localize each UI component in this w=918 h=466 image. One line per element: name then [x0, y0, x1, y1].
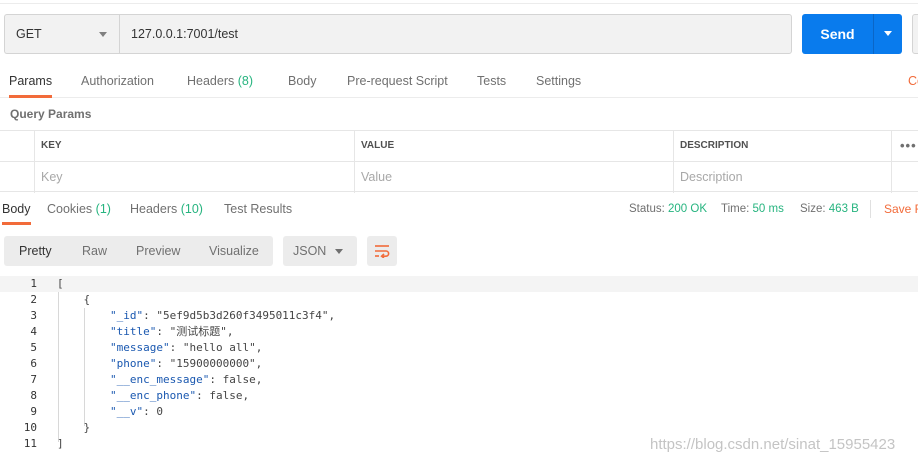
code-text: ]	[57, 437, 64, 450]
headers-count: (8)	[237, 74, 254, 88]
save-button[interactable]	[912, 14, 918, 54]
code-line: 8 "__enc_phone": false,	[0, 388, 918, 404]
cookies-count: (1)	[95, 202, 111, 216]
url-input[interactable]: 127.0.0.1:7001/test	[119, 14, 792, 54]
watermark: https://blog.csdn.net/sinat_15955423	[650, 436, 896, 453]
code-text: "__enc_message": false,	[109, 373, 263, 386]
view-mode-group: Pretty Raw Preview Visualize	[4, 236, 273, 266]
line-number: 9	[30, 405, 37, 418]
url-value: 127.0.0.1:7001/test	[131, 27, 239, 41]
code-text: "title": "测试标题",	[109, 325, 234, 338]
tab-pre-request-script[interactable]: Pre-request Script	[347, 64, 448, 98]
chevron-down-icon	[99, 32, 107, 37]
mode-visualize[interactable]: Visualize	[209, 236, 259, 266]
table-row: Key Value Description	[0, 161, 918, 193]
query-params-title: Query Params	[10, 107, 92, 121]
time-readout: Time: 50 ms	[721, 203, 784, 215]
response-tab-body[interactable]: Body	[2, 193, 31, 225]
headers-count: (10)	[180, 202, 203, 216]
line-number: 1	[30, 277, 37, 290]
format-value: JSON	[293, 244, 327, 258]
line-number: 4	[30, 325, 37, 338]
line-number: 11	[23, 437, 37, 450]
code-text: "_id": "5ef9d5b3d260f3495011c3f4",	[109, 309, 336, 322]
format-select[interactable]: JSON	[283, 236, 357, 266]
line-number: 10	[23, 421, 37, 434]
code-line: 7 "__enc_message": false,	[0, 372, 918, 388]
query-params-table: KEY VALUE DESCRIPTION ••• Key Value Desc…	[0, 130, 918, 193]
tab-cookies-cut[interactable]: Co	[908, 64, 918, 98]
code-text: "__v": 0	[109, 405, 163, 418]
response-tab-cookies[interactable]: Cookies (1)	[47, 193, 111, 225]
value-input[interactable]: Value	[354, 162, 673, 193]
wrap-lines-button[interactable]	[367, 236, 397, 266]
code-text: }	[57, 421, 91, 434]
more-options-icon[interactable]: •••	[891, 131, 918, 162]
tab-params[interactable]: Params	[9, 64, 53, 98]
status-readout: Status: 200 OK	[629, 203, 708, 215]
column-description: DESCRIPTION	[673, 131, 891, 162]
mode-pretty[interactable]: Pretty	[19, 236, 52, 266]
divider	[870, 200, 871, 218]
code-line: 2 {	[0, 292, 918, 308]
request-tabs: Params Authorization Headers (8) Body Pr…	[0, 64, 918, 98]
column-key: KEY	[34, 131, 354, 162]
size-value: 463 B	[828, 203, 859, 215]
tab-headers[interactable]: Headers (8)	[187, 64, 253, 98]
code-line: 10 }	[0, 420, 918, 436]
code-line: 4 "title": "测试标题",	[0, 324, 918, 340]
line-number: 5	[30, 341, 37, 354]
top-border	[0, 0, 918, 4]
code-line: 1[	[0, 276, 918, 292]
method-select[interactable]: GET	[4, 14, 119, 54]
code-line: 6 "phone": "15900000000",	[0, 356, 918, 372]
code-text: "message": "hello all",	[109, 341, 263, 354]
mode-raw[interactable]: Raw	[82, 236, 107, 266]
row-checkbox[interactable]	[0, 162, 34, 193]
checkbox-column	[0, 131, 34, 162]
code-line: 3 "_id": "5ef9d5b3d260f3495011c3f4",	[0, 308, 918, 324]
time-value: 50 ms	[752, 203, 784, 215]
code-text: "__enc_phone": false,	[109, 389, 250, 402]
tab-body[interactable]: Body	[288, 64, 317, 98]
line-number: 8	[30, 389, 37, 402]
status-value: 200 OK	[668, 203, 708, 215]
save-response-button[interactable]: Save R	[884, 193, 918, 225]
method-value: GET	[16, 27, 42, 41]
code-text: "phone": "15900000000",	[109, 357, 263, 370]
column-value: VALUE	[354, 131, 673, 162]
line-number: 3	[30, 309, 37, 322]
code-line: 5 "message": "hello all",	[0, 340, 918, 356]
key-input[interactable]: Key	[34, 162, 354, 193]
tab-settings[interactable]: Settings	[536, 64, 581, 98]
code-text: [	[57, 277, 64, 290]
line-number: 2	[30, 293, 37, 306]
send-options-button[interactable]	[873, 14, 902, 54]
response-bar: Body Cookies (1) Headers (10) Test Resul…	[0, 193, 918, 225]
code-text: {	[57, 293, 91, 306]
tab-authorization[interactable]: Authorization	[81, 64, 154, 98]
tab-tests[interactable]: Tests	[477, 64, 506, 98]
size-readout: Size: 463 B	[800, 203, 859, 215]
table-header-row: KEY VALUE DESCRIPTION •••	[0, 130, 918, 162]
line-number: 6	[30, 357, 37, 370]
wrap-lines-icon	[375, 245, 390, 258]
code-line: 9 "__v": 0	[0, 404, 918, 420]
mode-preview[interactable]: Preview	[136, 236, 180, 266]
line-number: 7	[30, 373, 37, 386]
chevron-down-icon	[884, 31, 892, 36]
description-input[interactable]: Description	[673, 162, 891, 193]
response-tab-test-results[interactable]: Test Results	[224, 193, 292, 225]
response-tab-headers[interactable]: Headers (10)	[130, 193, 203, 225]
chevron-down-icon	[335, 249, 343, 254]
row-spacer	[891, 162, 918, 193]
send-button[interactable]: Send	[802, 14, 873, 54]
